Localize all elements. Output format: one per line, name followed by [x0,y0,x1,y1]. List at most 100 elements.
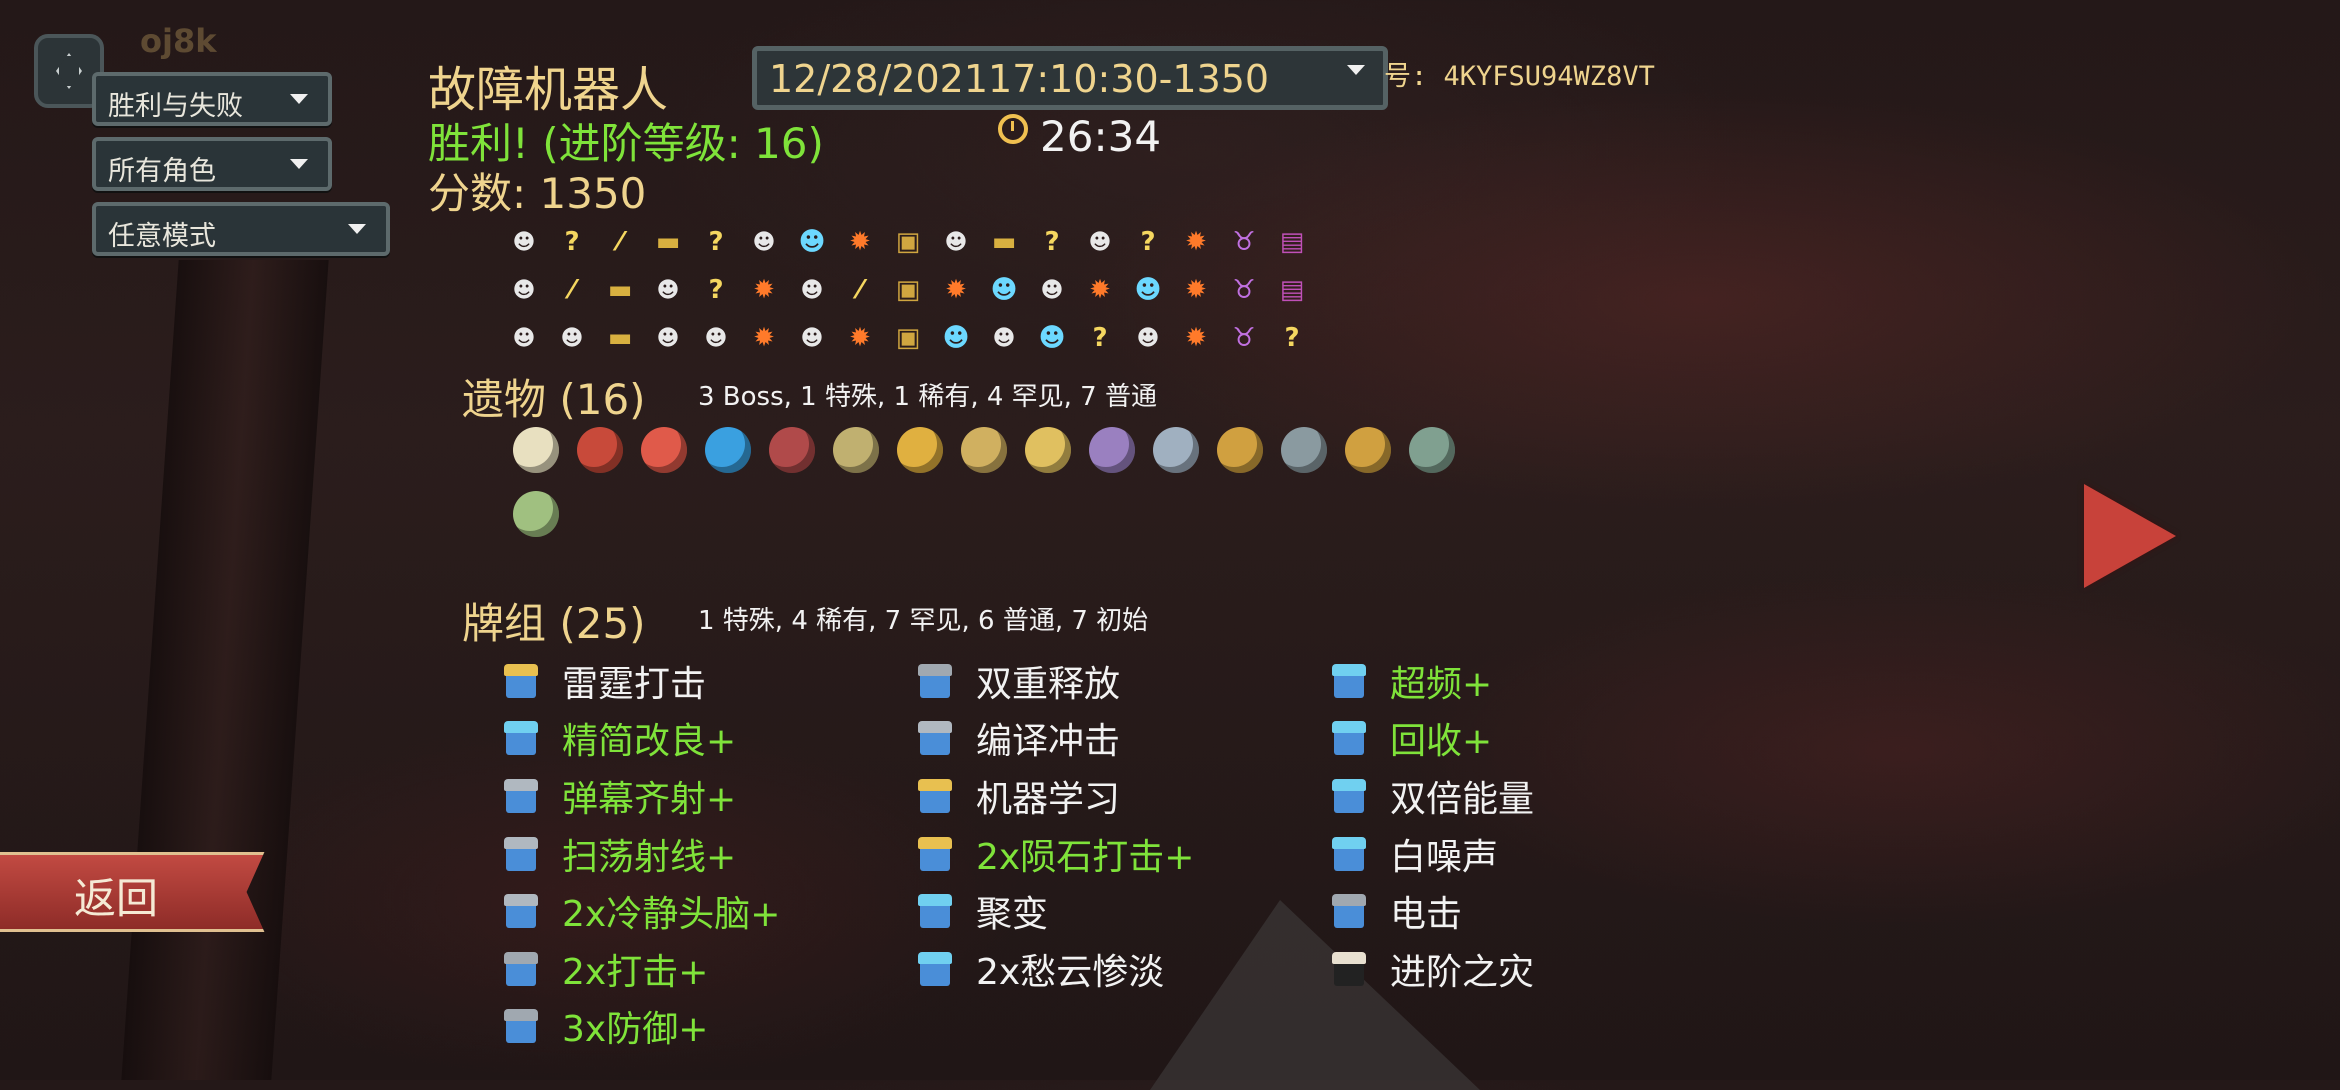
mode-filter-dropdown[interactable]: 任意模式 [92,202,390,256]
deck-card[interactable]: 超频+ [1332,652,1534,710]
elite-icon[interactable]: ✹ [1076,266,1124,314]
deck-card[interactable]: 白噪声 [1332,825,1534,883]
elite-icon[interactable]: ✹ [740,266,788,314]
elite-icon[interactable]: ✹ [1172,218,1220,266]
back-button[interactable]: 返回 [0,852,268,932]
deck-card[interactable]: 3x防御+ [504,998,780,1056]
potion-relic-icon[interactable] [696,418,760,482]
deck-summary: 1 特殊, 4 稀有, 7 罕见, 6 普通, 7 初始 [698,606,1149,636]
pen-relic-icon[interactable] [1016,418,1080,482]
elite-icon[interactable]: ✹ [1172,266,1220,314]
deck-card[interactable]: 机器学习 [918,767,1194,825]
question-elite-icon[interactable]: ⁄ [596,218,644,266]
monster-icon[interactable]: ☻ [500,314,548,362]
relic-list [504,418,1484,546]
boss-icon[interactable]: ♉ [1220,266,1268,314]
beads-relic-icon[interactable] [1144,418,1208,482]
question-elite-icon[interactable]: ⁄ [836,266,884,314]
monster-icon[interactable]: ☻ [500,218,548,266]
relic-image [513,427,559,473]
monster-icon[interactable]: ☻ [644,266,692,314]
monster-icon[interactable]: ☻ [932,218,980,266]
boss-chest-icon[interactable]: ▤ [1268,218,1316,266]
event-icon[interactable]: ☻ [932,314,980,362]
deck-card[interactable]: 双重释放 [918,652,1194,710]
event-icon[interactable]: ☻ [980,266,1028,314]
right-arrow-icon[interactable] [2084,484,2176,588]
elite-icon[interactable]: ✹ [836,218,884,266]
deck-card[interactable]: 2x愁云惨淡 [918,940,1194,998]
card-icon [504,836,538,871]
rest-site-icon[interactable]: ▬ [644,218,692,266]
character-filter-dropdown[interactable]: 所有角色 [92,137,332,191]
deck-card[interactable]: 弹幕齐射+ [504,767,780,825]
treasure-icon[interactable]: ▣ [884,266,932,314]
elite-icon[interactable]: ✹ [836,314,884,362]
relic-image [1217,427,1263,473]
ladder-relic-icon[interactable] [504,482,568,546]
idol-relic-icon[interactable] [824,418,888,482]
outcome-filter-dropdown[interactable]: 胜利与失败 [92,72,332,126]
monster-icon[interactable]: ☻ [1076,218,1124,266]
unknown-room-icon[interactable]: ? [692,266,740,314]
deck-card[interactable]: 精简改良+ [504,710,780,768]
deck-card[interactable]: 聚变 [918,882,1194,940]
monster-icon[interactable]: ☻ [1028,266,1076,314]
treasure-icon[interactable]: ▣ [884,218,932,266]
monster-icon[interactable]: ☻ [788,266,836,314]
elite-icon[interactable]: ✹ [1172,314,1220,362]
relic-image [1281,427,1327,473]
card-icon [504,1009,538,1044]
rest-site-icon[interactable]: ▬ [596,314,644,362]
event-icon[interactable]: ☻ [1124,266,1172,314]
event-icon[interactable]: ☻ [1028,314,1076,362]
monster-icon[interactable]: ☻ [980,314,1028,362]
monster-icon[interactable]: ☻ [548,314,596,362]
card-label: 扫荡射线+ [562,836,737,878]
vajra-relic-icon[interactable] [1336,418,1400,482]
tag-relic-icon[interactable] [632,418,696,482]
unknown-room-icon[interactable]: ? [692,218,740,266]
deck-card[interactable]: 扫荡射线+ [504,825,780,883]
rest-site-icon[interactable]: ▬ [596,266,644,314]
treasure-icon[interactable]: ▣ [884,314,932,362]
monster-icon[interactable]: ☻ [740,218,788,266]
unknown-room-icon[interactable]: ? [1076,314,1124,362]
horn-relic-icon[interactable] [888,418,952,482]
unknown-room-icon[interactable]: ? [548,218,596,266]
monster-icon[interactable]: ☻ [788,314,836,362]
hammer-relic-icon[interactable] [1208,418,1272,482]
deck-card[interactable]: 双倍能量 [1332,767,1534,825]
unknown-room-icon[interactable]: ? [1124,218,1172,266]
unknown-room-icon[interactable]: ? [1268,314,1316,362]
monster-icon[interactable]: ☻ [644,314,692,362]
run-select-dropdown[interactable]: 12/28/202117:10:30-1350 [752,46,1388,110]
monster-icon[interactable]: ☻ [500,266,548,314]
kunai-relic-icon[interactable] [1272,418,1336,482]
unknown-room-icon[interactable]: ? [1028,218,1076,266]
monster-icon[interactable]: ☻ [692,314,740,362]
torii-relic-icon[interactable] [568,418,632,482]
teapot-relic-icon[interactable] [1400,418,1464,482]
boss-chest-icon[interactable]: ▤ [1268,266,1316,314]
elite-icon[interactable]: ✹ [740,314,788,362]
deck-card[interactable]: 电击 [1332,882,1534,940]
question-elite-icon[interactable]: ⁄ [548,266,596,314]
deck-card[interactable]: 2x冷静头脑+ [504,882,780,940]
monster-icon[interactable]: ☻ [1124,314,1172,362]
deck-card[interactable]: 2x陨石打击+ [918,825,1194,883]
event-icon[interactable]: ☻ [788,218,836,266]
deck-card[interactable]: 进阶之灾 [1332,940,1534,998]
deck-card[interactable]: 2x打击+ [504,940,780,998]
elite-icon[interactable]: ✹ [932,266,980,314]
hook-relic-icon[interactable] [952,418,1016,482]
boss-icon[interactable]: ♉ [1220,218,1268,266]
deck-card[interactable]: 回收+ [1332,710,1534,768]
disc-relic-icon[interactable] [1080,418,1144,482]
deck-card[interactable]: 雷霆打击 [504,652,780,710]
eye-orb-relic-icon[interactable] [504,418,568,482]
deck-card[interactable]: 编译冲击 [918,710,1194,768]
anvil-relic-icon[interactable] [760,418,824,482]
rest-site-icon[interactable]: ▬ [980,218,1028,266]
boss-icon[interactable]: ♉ [1220,314,1268,362]
